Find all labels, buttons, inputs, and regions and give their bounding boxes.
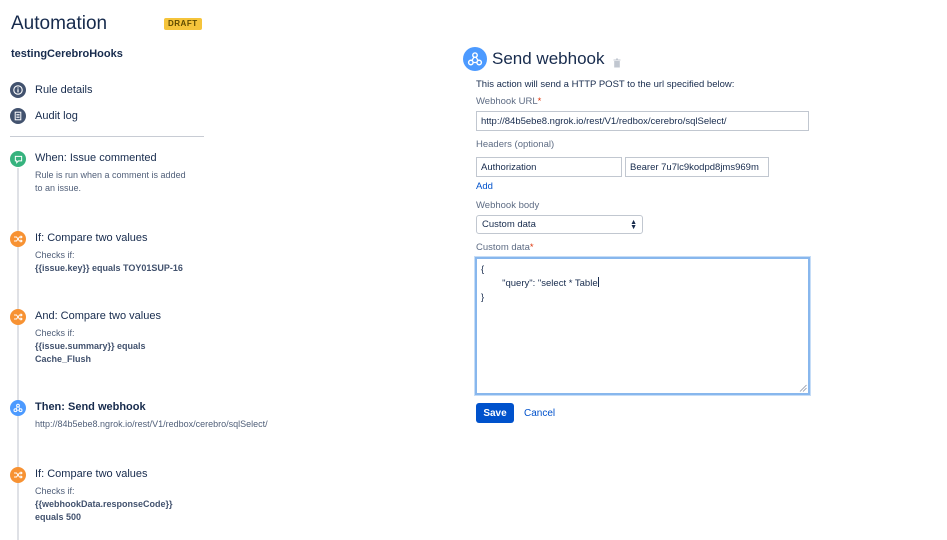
nav-audit-log-label: Audit log <box>35 110 78 122</box>
webhook-icon <box>463 47 487 71</box>
nav-rule-details[interactable]: Rule details <box>10 81 92 99</box>
document-icon <box>10 108 26 124</box>
step-description: Checks if: {{webhookData.responseCode}} … <box>35 486 173 522</box>
panel-title: Send webhook <box>492 49 605 68</box>
divider <box>10 136 204 137</box>
headers-label: Headers (optional) <box>476 139 555 150</box>
step-description: Rule is run when a comment is added to a… <box>35 170 186 193</box>
info-icon <box>10 82 26 98</box>
shuffle-icon <box>10 231 26 247</box>
rule-step-action-webhook[interactable]: Then: Send webhook http://84b5ebe8.ngrok… <box>10 400 268 436</box>
comment-icon <box>10 151 26 167</box>
shuffle-icon <box>10 309 26 325</box>
custom-data-textarea[interactable]: { "query": "select * Table } <box>475 257 810 395</box>
trash-icon[interactable] <box>613 55 621 68</box>
save-button[interactable]: Save <box>476 403 514 423</box>
step-title: If: Compare two values <box>35 232 148 244</box>
resize-handle-icon[interactable] <box>799 384 807 392</box>
action-description: This action will send a HTTP POST to the… <box>476 79 735 90</box>
chevron-updown-icon: ▲ ▼ <box>630 218 637 231</box>
step-title: When: Issue commented <box>35 152 157 164</box>
step-description: Checks if: {{issue.summary}} equals Cach… <box>35 328 146 364</box>
status-badge: DRAFT <box>164 18 202 30</box>
webhook-body-selected: Custom data <box>482 219 536 230</box>
text-caret <box>597 277 599 287</box>
step-title: If: Compare two values <box>35 468 148 480</box>
step-description: Checks if: {{issue.key}} equals TOY01SUP… <box>35 250 183 273</box>
step-title: And: Compare two values <box>35 310 161 322</box>
header-value-input[interactable]: Bearer 7u7lc9kodpd8jms969m <box>625 157 769 177</box>
rule-step-condition-1[interactable]: If: Compare two values Checks if: {{issu… <box>10 231 225 281</box>
custom-data-label: Custom data* <box>476 242 534 253</box>
nav-rule-details-label: Rule details <box>35 84 93 96</box>
webhook-body-select[interactable]: Custom data ▲ ▼ <box>476 215 643 234</box>
add-header-link[interactable]: Add <box>476 181 493 192</box>
cancel-button[interactable]: Cancel <box>524 408 555 419</box>
step-description: http://84b5ebe8.ngrok.io/rest/V1/redbox/… <box>35 419 268 429</box>
step-title: Then: Send webhook <box>35 401 146 413</box>
rule-step-trigger[interactable]: When: Issue commented Rule is run when a… <box>10 151 225 201</box>
rule-step-condition-2[interactable]: And: Compare two values Checks if: {{iss… <box>10 309 225 369</box>
webhook-url-label: Webhook URL* <box>476 96 542 107</box>
nav-audit-log[interactable]: Audit log <box>10 107 78 125</box>
rule-name[interactable]: testingCerebroHooks <box>11 48 123 60</box>
webhook-body-label: Webhook body <box>476 200 540 211</box>
page-title: Automation <box>11 13 108 34</box>
rule-step-condition-3[interactable]: If: Compare two values Checks if: {{webh… <box>10 467 225 527</box>
shuffle-icon <box>10 467 26 483</box>
header-key-input[interactable]: Authorization <box>476 157 622 177</box>
webhook-url-input[interactable]: http://84b5ebe8.ngrok.io/rest/V1/redbox/… <box>476 111 809 131</box>
webhook-icon <box>10 400 26 416</box>
